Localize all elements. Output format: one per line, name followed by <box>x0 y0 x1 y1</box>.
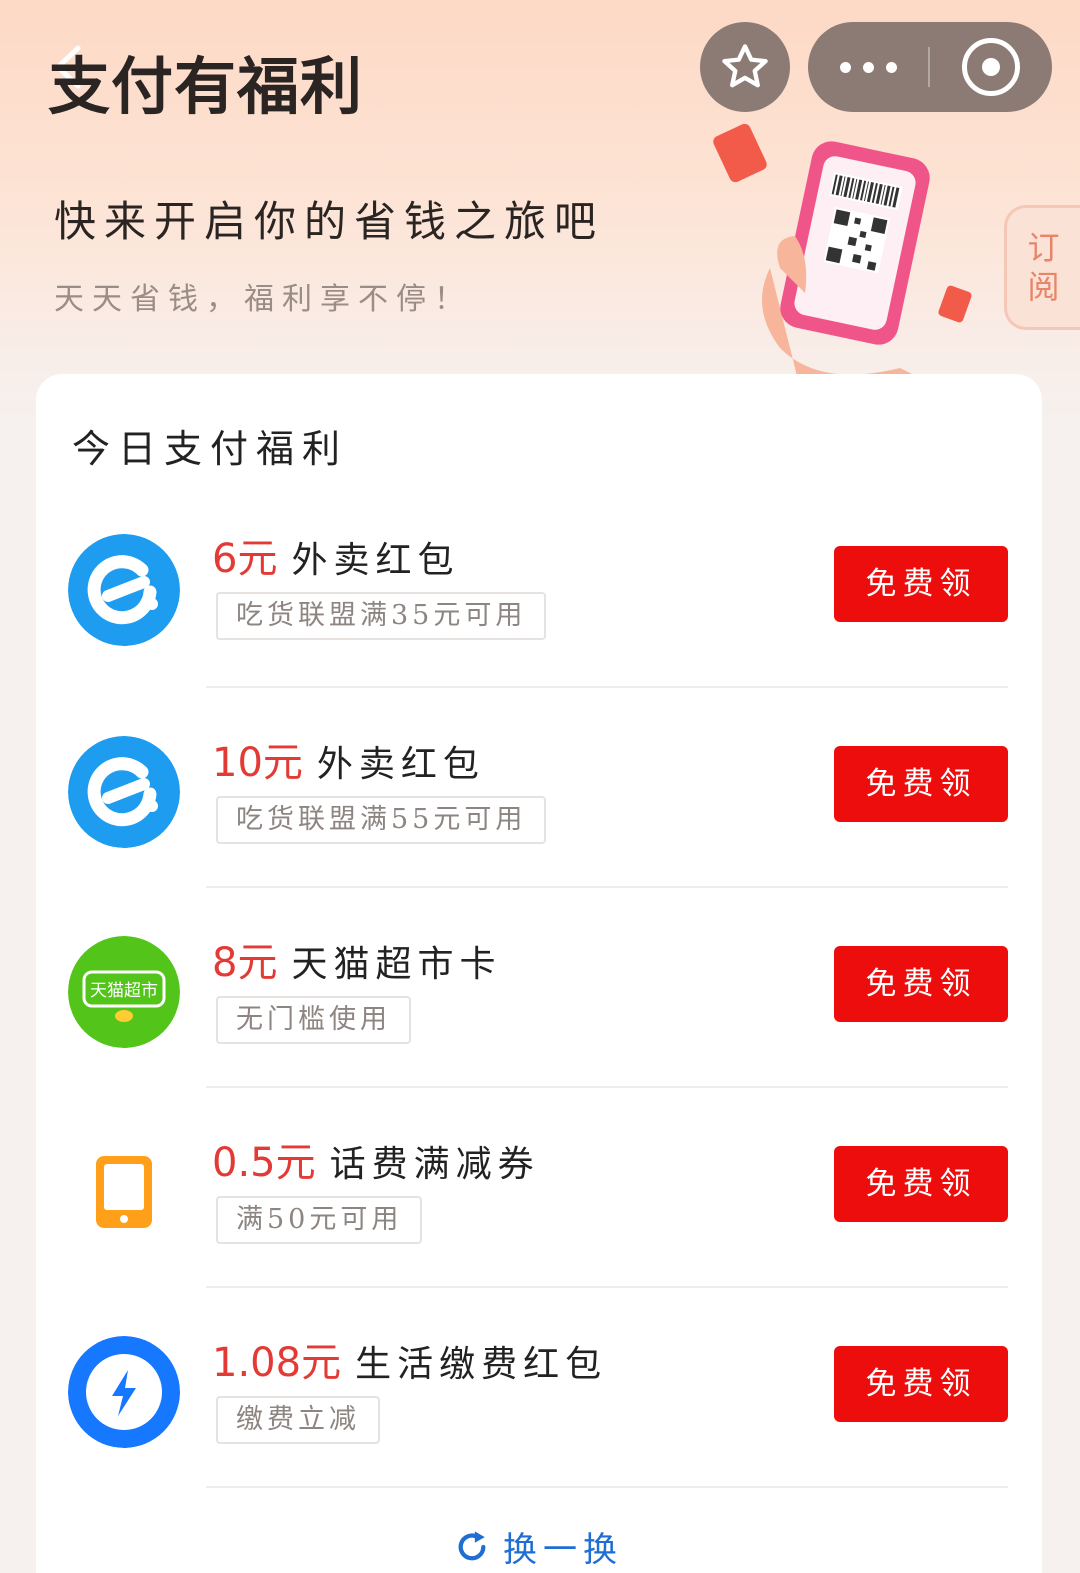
subscribe-label-1: 订 <box>1027 229 1060 268</box>
header-banner: 支付有福利 快来开启你的省钱之旅吧 天天省钱，福利享不停！ 订 阅 <box>0 0 1080 420</box>
benefit-amount: 8元 <box>212 940 278 986</box>
divider <box>206 886 1008 888</box>
target-close-icon <box>962 38 1020 96</box>
slogan: 快来开启你的省钱之旅吧 <box>54 197 605 246</box>
list-item: 10元 外卖红包 吃货联盟满55元可用 免费领 <box>36 724 1042 924</box>
benefit-headline: 1.08元 生活缴费红包 <box>212 1330 607 1388</box>
benefit-amount: 6元 <box>212 536 278 582</box>
more-dot-icon <box>862 61 874 73</box>
refresh-icon <box>458 1530 486 1560</box>
phone-payment-illustration <box>713 123 972 388</box>
divider <box>206 686 1008 688</box>
subscribe-label-2: 阅 <box>1027 267 1060 306</box>
benefit-name: 生活缴费红包 <box>355 1344 608 1385</box>
subscribe-tab[interactable]: 订 阅 <box>1004 205 1080 330</box>
eleme-icon <box>68 534 180 646</box>
divider <box>206 1086 1008 1088</box>
benefit-amount: 0.5元 <box>212 1140 316 1186</box>
benefit-condition-tag: 无门槛使用 <box>216 996 411 1044</box>
claim-button[interactable]: 免费领 <box>834 746 1008 822</box>
svg-text:天猫超市: 天猫超市 <box>90 981 158 1001</box>
list-item: 6元 外卖红包 吃货联盟满35元可用 免费领 <box>36 524 1042 724</box>
claim-button[interactable]: 免费领 <box>834 1146 1008 1222</box>
benefits-card: 今日支付福利 6元 外卖红包 吃货联盟满35元可用 免费领 10元 外卖红包 吃货联… <box>36 374 1042 1573</box>
more-menu-button[interactable] <box>808 22 928 112</box>
benefit-amount: 10元 <box>212 740 303 786</box>
more-dot-icon <box>885 61 897 73</box>
list-item: 1.08元 生活缴费红包 缴费立减 免费领 <box>36 1324 1042 1524</box>
divider <box>206 1486 1008 1488</box>
close-program-button[interactable] <box>930 22 1052 112</box>
page-title: 支付有福利 <box>48 50 364 123</box>
benefit-condition-tag: 满50元可用 <box>216 1196 423 1244</box>
benefit-headline: 8元 天猫超市卡 <box>212 930 501 988</box>
list-item: 0.5元 话费满减券 满50元可用 免费领 <box>36 1124 1042 1324</box>
claim-button[interactable]: 免费领 <box>834 546 1008 622</box>
sub-slogan: 天天省钱，福利享不停！ <box>54 282 472 317</box>
refresh-button[interactable]: 换一换 <box>36 1522 1042 1571</box>
benefit-headline: 10元 外卖红包 <box>212 730 485 788</box>
favorite-button[interactable] <box>700 22 790 112</box>
benefit-name: 外卖红包 <box>316 744 485 785</box>
benefit-condition-tag: 缴费立减 <box>216 1396 380 1444</box>
claim-button[interactable]: 免费领 <box>834 1346 1008 1422</box>
list-item: 天猫超市 8元 天猫超市卡 无门槛使用 免费领 <box>36 924 1042 1124</box>
benefit-name: 话费满减券 <box>329 1144 540 1185</box>
benefit-condition-tag: 吃货联盟满35元可用 <box>216 592 547 640</box>
section-title: 今日支付福利 <box>72 427 349 471</box>
mini-program-capsule <box>808 22 1052 112</box>
star-icon <box>722 44 768 88</box>
eleme-icon <box>68 736 180 848</box>
benefit-name: 外卖红包 <box>291 540 460 581</box>
benefit-amount: 1.08元 <box>212 1340 342 1386</box>
benefit-headline: 6元 外卖红包 <box>212 526 459 584</box>
benefit-headline: 0.5元 话费满减券 <box>212 1130 540 1188</box>
phone-icon <box>96 1156 152 1228</box>
more-dot-icon <box>839 61 851 73</box>
refresh-label: 换一换 <box>503 1530 623 1570</box>
benefit-condition-tag: 吃货联盟满55元可用 <box>216 796 547 844</box>
divider <box>206 1286 1008 1288</box>
claim-button[interactable]: 免费领 <box>834 946 1008 1022</box>
tmall-supermarket-icon: 天猫超市 <box>68 936 180 1048</box>
lightning-icon <box>68 1336 180 1448</box>
benefit-name: 天猫超市卡 <box>291 944 502 985</box>
